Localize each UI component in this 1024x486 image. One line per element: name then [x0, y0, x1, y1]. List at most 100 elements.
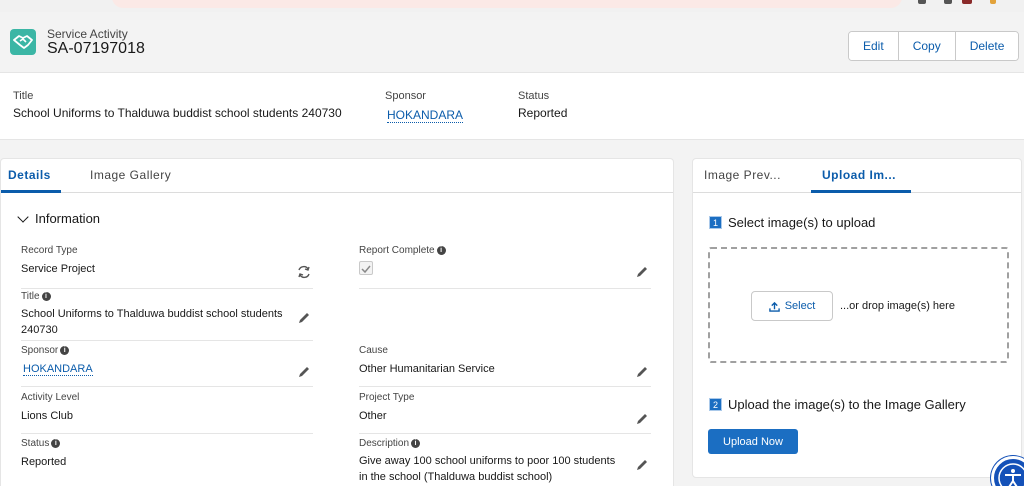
- step-1: 1 Select image(s) to upload: [709, 215, 875, 230]
- checkmark-icon: [361, 265, 371, 274]
- record-type-label: Record Type: [21, 245, 78, 256]
- tab-image-preview[interactable]: Image Prev...: [704, 168, 781, 182]
- edit-pencil-icon[interactable]: [635, 365, 649, 379]
- field-label: Sponsor i: [21, 345, 70, 356]
- description-value-line: in the school (Thalduwa buddist school): [359, 471, 553, 483]
- drop-hint-text: ...or drop image(s) here: [840, 300, 955, 312]
- details-card: Details Image Gallery Information Record…: [0, 158, 674, 486]
- details-tabs: Details Image Gallery: [1, 159, 673, 193]
- field-label: Report Complete i: [359, 245, 446, 256]
- highlight-title-value: School Uniforms to Thalduwa buddist scho…: [13, 106, 342, 120]
- status-label: Status: [21, 438, 50, 449]
- sponsor-label: Sponsor: [21, 345, 59, 356]
- image-drop-zone[interactable]: Select ...or drop image(s) here: [708, 247, 1009, 363]
- browser-extension-icon[interactable]: [990, 0, 996, 4]
- report-complete-checkbox: [359, 261, 373, 275]
- image-upload-card: Image Prev... Upload Im... 1 Select imag…: [692, 158, 1022, 478]
- upload-icon: [768, 301, 780, 312]
- highlight-sponsor-label: Sponsor: [385, 90, 426, 102]
- copy-button[interactable]: Copy: [897, 32, 955, 60]
- field-label: Description i: [359, 438, 421, 449]
- highlight-status-value: Reported: [518, 106, 568, 120]
- delete-button[interactable]: Delete: [954, 32, 1019, 60]
- description-value-line: Give away 100 school uniforms to poor 10…: [359, 455, 616, 467]
- field-label: Title i: [21, 291, 51, 302]
- project-type-value: Other: [359, 410, 387, 422]
- info-icon[interactable]: i: [60, 346, 70, 355]
- step-number: 2: [709, 398, 722, 411]
- edit-button[interactable]: Edit: [849, 32, 898, 60]
- record-header: Service Activity SA-07197018 Edit Copy D…: [0, 12, 1024, 72]
- field-title: Title i School Uniforms to Thalduwa buddi…: [21, 291, 313, 341]
- tab-details[interactable]: Details: [8, 168, 51, 182]
- browser-top-strip: [0, 0, 1024, 12]
- record-name: SA-07197018: [47, 40, 145, 57]
- active-tab-indicator: [811, 190, 911, 193]
- accessibility-icon[interactable]: [991, 456, 1024, 486]
- edit-pencil-icon[interactable]: [297, 311, 311, 325]
- image-tabs: Image Prev... Upload Im...: [693, 159, 1021, 193]
- edit-pencil-icon[interactable]: [635, 458, 649, 472]
- title-value-line: School Uniforms to Thalduwa buddist scho…: [21, 308, 283, 320]
- highlights-panel: Title School Uniforms to Thalduwa buddis…: [0, 72, 1024, 140]
- cause-value: Other Humanitarian Service: [359, 363, 495, 375]
- select-label: Select: [784, 300, 816, 312]
- record-type-value: Service Project: [21, 263, 95, 275]
- step-2: 2 Upload the image(s) to the Image Galle…: [709, 397, 966, 412]
- accessibility-figure-icon: [998, 463, 1024, 486]
- highlight-status-label: Status: [518, 90, 550, 102]
- change-record-type-icon[interactable]: [297, 265, 311, 279]
- description-value: Give away 100 school uniforms to poor 10…: [359, 453, 615, 485]
- tab-upload-images[interactable]: Upload Im...: [822, 168, 896, 182]
- upload-now-button[interactable]: Upload Now: [708, 429, 798, 454]
- activity-level-label: Activity Level: [21, 392, 80, 403]
- edit-pencil-icon[interactable]: [635, 412, 649, 426]
- field-project-type: Project Type Other: [359, 392, 651, 434]
- field-status: Status i Reported: [21, 438, 313, 484]
- field-cause: Cause Other Humanitarian Service: [359, 345, 651, 387]
- project-type-label: Project Type: [359, 392, 415, 403]
- field-record-type: Record Type Service Project: [21, 245, 313, 289]
- section-title: Information: [35, 211, 101, 226]
- field-description: Description i Give away 100 school unifor…: [359, 438, 651, 484]
- highlight-title-label: Title: [13, 90, 34, 102]
- highlight-sponsor-link[interactable]: HOKANDARA: [387, 108, 464, 123]
- info-icon[interactable]: i: [436, 246, 446, 255]
- select-images-button[interactable]: Select: [751, 291, 833, 321]
- sponsor-link[interactable]: HOKANDARA: [23, 363, 93, 376]
- tab-image-gallery[interactable]: Image Gallery: [90, 168, 171, 182]
- cause-label: Cause: [359, 345, 388, 356]
- status-value: Reported: [21, 456, 67, 468]
- title-label: Title: [21, 291, 40, 302]
- description-label: Description: [359, 438, 410, 449]
- browser-toolbar-icon[interactable]: [918, 0, 926, 4]
- activity-level-value: Lions Club: [21, 410, 73, 422]
- browser-toolbar-icon[interactable]: [944, 0, 952, 4]
- step-2-text: Upload the image(s) to the Image Gallery: [728, 397, 966, 412]
- record-action-buttons: Edit Copy Delete: [848, 31, 1020, 61]
- edit-pencil-icon[interactable]: [635, 265, 649, 279]
- handshake-icon: [10, 29, 36, 55]
- field-label: Activity Level: [21, 392, 79, 403]
- information-section-toggle[interactable]: Information: [17, 210, 101, 226]
- browser-address-bar[interactable]: [112, 0, 902, 8]
- sponsor-value: HOKANDARA: [23, 361, 93, 377]
- field-label: Cause: [359, 345, 388, 356]
- field-label: Record Type: [21, 245, 78, 256]
- step-1-text: Select image(s) to upload: [728, 215, 876, 230]
- browser-toolbar-icon[interactable]: [962, 0, 972, 4]
- info-icon[interactable]: i: [411, 439, 421, 448]
- edit-pencil-icon[interactable]: [297, 365, 311, 379]
- highlight-sponsor-wrapper: HOKANDARA: [387, 108, 464, 123]
- report-complete-label: Report Complete: [359, 245, 435, 256]
- field-activity-level: Activity Level Lions Club: [21, 392, 313, 434]
- field-sponsor: Sponsor i HOKANDARA: [21, 345, 313, 387]
- field-label: Project Type: [359, 392, 414, 403]
- active-tab-indicator: [1, 190, 61, 193]
- info-icon[interactable]: i: [51, 439, 61, 448]
- step-number: 1: [709, 216, 722, 229]
- chevron-down-icon: [17, 210, 29, 223]
- field-label: Status i: [21, 438, 61, 449]
- object-type-label: Service Activity: [47, 27, 128, 41]
- info-icon[interactable]: i: [41, 292, 51, 301]
